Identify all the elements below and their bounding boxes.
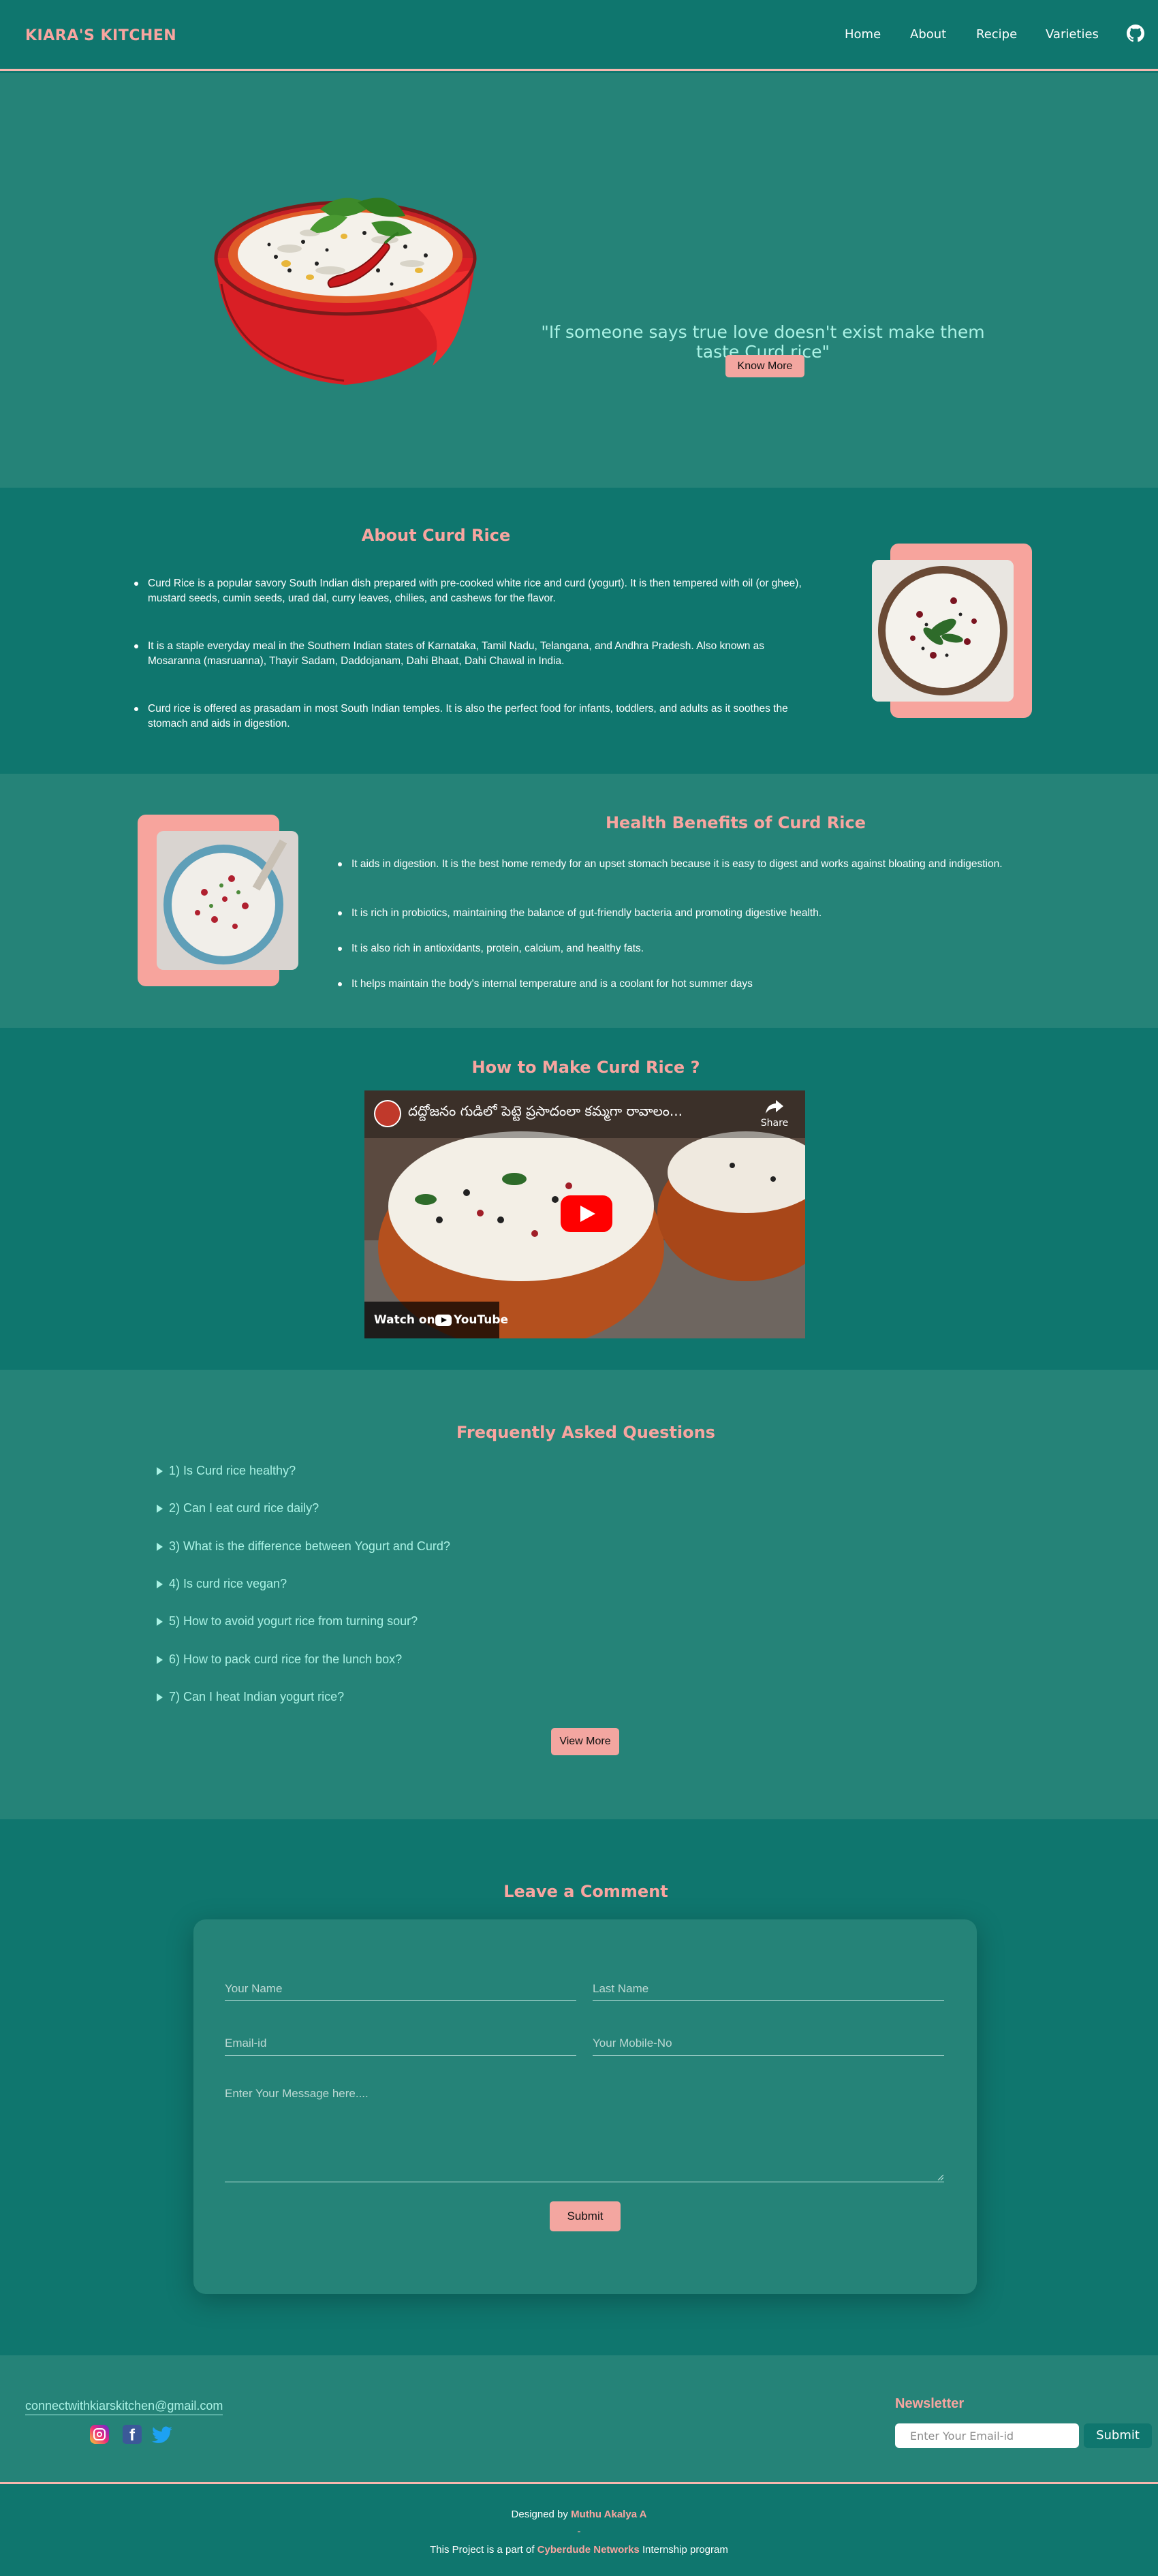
- credit-separator: -: [577, 2526, 581, 2537]
- faq-item[interactable]: 6) How to pack curd rice for the lunch b…: [157, 1652, 402, 1667]
- comment-form-card: Your Name Last Name Email-id Your Mobile…: [193, 1919, 977, 2294]
- project-line: This Project is a part of Cyberdude Netw…: [430, 2544, 728, 2556]
- navbar: KIARA'S KITCHEN Home About Recipe Variet…: [0, 0, 1158, 71]
- facebook-icon[interactable]: f: [123, 2425, 142, 2445]
- nav-link-about[interactable]: About: [910, 27, 946, 42]
- email-field[interactable]: Email-id: [225, 2030, 576, 2056]
- message-textarea[interactable]: Enter Your Message here....: [225, 2083, 944, 2182]
- designer-name: Muthu Akalya A: [571, 2509, 647, 2520]
- faq-section: Frequently Asked Questions 1) Is Curd ri…: [0, 1370, 1158, 1819]
- comment-submit-button[interactable]: Submit: [550, 2201, 621, 2231]
- disclosure-triangle-icon: [157, 1543, 163, 1551]
- disclosure-triangle-icon: [157, 1693, 163, 1701]
- designed-by-line: Designed by Muthu Akalya A: [511, 2509, 647, 2520]
- video-section: How to Make Curd Rice ? దద్దోజనం గుడిలో …: [0, 1028, 1158, 1370]
- about-title: About Curd Rice: [361, 526, 511, 545]
- watch-on-youtube[interactable]: Watch on YouTube: [364, 1302, 508, 1338]
- contact-email-link[interactable]: connectwithkiarskitchen@gmail.com: [25, 2399, 223, 2415]
- health-section: Health Benefits of Curd Rice It aids in …: [0, 774, 1158, 1028]
- github-icon[interactable]: [1127, 25, 1144, 42]
- hero-section: "If someone says true love doesn't exist…: [0, 73, 1158, 488]
- curd-rice-bowl-illustration: [214, 198, 477, 385]
- newsletter-title: Newsletter: [895, 2396, 965, 2411]
- disclosure-triangle-icon: [157, 1618, 163, 1626]
- disclosure-triangle-icon: [157, 1467, 163, 1475]
- newsletter-submit-button[interactable]: Submit: [1084, 2423, 1152, 2448]
- nav-link-varieties[interactable]: Varieties: [1046, 27, 1099, 42]
- nav-link-recipe[interactable]: Recipe: [976, 27, 1017, 42]
- faq-item[interactable]: 2) Can I eat curd rice daily?: [157, 1501, 319, 1515]
- video-title: How to Make Curd Rice ?: [471, 1058, 700, 1077]
- know-more-button[interactable]: Know More: [725, 355, 804, 377]
- mobile-field[interactable]: Your Mobile-No: [593, 2030, 944, 2056]
- faq-title: Frequently Asked Questions: [456, 1423, 715, 1442]
- health-title: Health Benefits of Curd Rice: [605, 813, 866, 832]
- health-point: It is rich in probiotics, maintaining th…: [338, 906, 1023, 921]
- about-point: It is a staple everyday meal in the Sout…: [134, 639, 819, 669]
- faq-item[interactable]: 7) Can I heat Indian yogurt rice?: [157, 1690, 344, 1704]
- footer: connectwithkiarskitchen@gmail.com f News…: [0, 2355, 1158, 2482]
- org-link[interactable]: Cyberdude Networks: [537, 2544, 640, 2556]
- health-point: It helps maintain the body's internal te…: [338, 977, 1023, 992]
- about-point: Curd rice is offered as prasadam in most…: [134, 702, 819, 732]
- channel-avatar[interactable]: [374, 1100, 401, 1127]
- health-point: It is also rich in antioxidants, protein…: [338, 941, 1023, 956]
- about-point: Curd Rice is a popular savory South Indi…: [134, 576, 819, 606]
- credits-bar: Designed by Muthu Akalya A - This Projec…: [0, 2482, 1158, 2576]
- faq-item[interactable]: 5) How to avoid yogurt rice from turning…: [157, 1614, 418, 1629]
- share-icon: [766, 1100, 783, 1114]
- disclosure-triangle-icon: [157, 1505, 163, 1513]
- view-more-button[interactable]: View More: [551, 1728, 619, 1755]
- share-label: Share: [760, 1118, 789, 1129]
- brand-logo[interactable]: KIARA'S KITCHEN: [25, 27, 176, 44]
- first-name-field[interactable]: Your Name: [225, 1975, 576, 2001]
- about-photo: [872, 560, 1014, 702]
- faq-item[interactable]: 1) Is Curd rice healthy?: [157, 1464, 296, 1478]
- video-embed-title[interactable]: దద్దోజనం గుడిలో పెట్టె ప్రసాదంలా కమ్మగా …: [408, 1103, 762, 1122]
- last-name-field[interactable]: Last Name: [593, 1975, 944, 2001]
- youtube-logo-icon: [435, 1315, 452, 1326]
- youtube-wordmark: YouTube: [454, 1313, 509, 1327]
- nav-link-home[interactable]: Home: [845, 27, 881, 42]
- comment-title: Leave a Comment: [503, 1882, 668, 1901]
- play-icon: [580, 1206, 595, 1222]
- disclosure-triangle-icon: [157, 1656, 163, 1664]
- watch-on-label: Watch on: [374, 1313, 435, 1327]
- faq-item[interactable]: 3) What is the difference between Yogurt…: [157, 1539, 450, 1554]
- twitter-icon[interactable]: [152, 2426, 172, 2444]
- resize-handle-icon[interactable]: [936, 2173, 944, 2181]
- health-photo: [157, 831, 298, 970]
- instagram-icon[interactable]: [90, 2425, 109, 2444]
- about-section: About Curd Rice Curd Rice is a popular s…: [0, 488, 1158, 774]
- newsletter-email-input[interactable]: Enter Your Email-id: [895, 2423, 1079, 2448]
- faq-item[interactable]: 4) Is curd rice vegan?: [157, 1577, 287, 1591]
- video-embed[interactable]: దద్దోజనం గుడిలో పెట్టె ప్రసాదంలా కమ్మగా …: [364, 1090, 805, 1338]
- disclosure-triangle-icon: [157, 1580, 163, 1588]
- health-point: It aids in digestion. It is the best hom…: [338, 857, 1023, 872]
- share-control[interactable]: Share: [755, 1099, 794, 1129]
- play-button[interactable]: [561, 1195, 612, 1232]
